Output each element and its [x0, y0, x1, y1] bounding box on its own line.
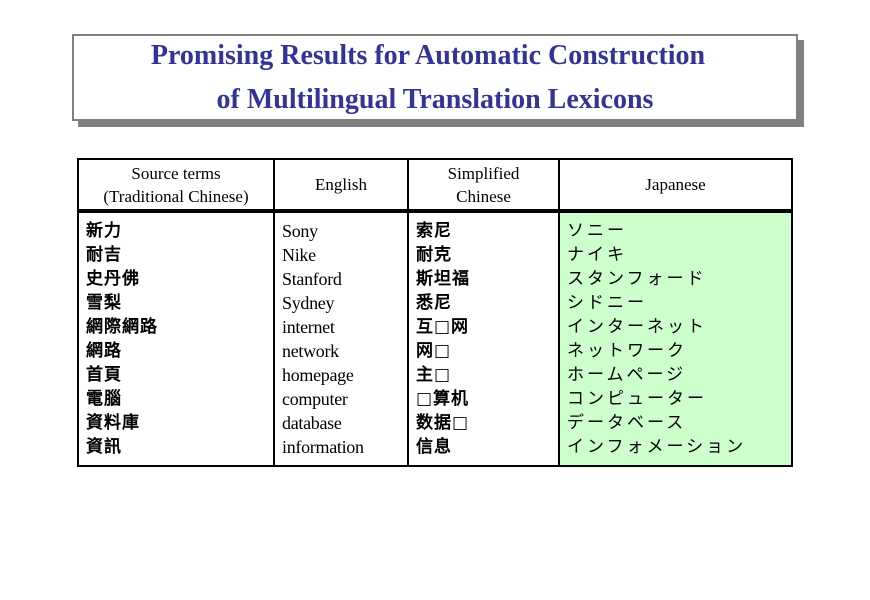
- japanese-term: ナイキ: [567, 245, 627, 265]
- header-source-line2: (Traditional Chinese): [103, 186, 249, 206]
- traditional-term: 首頁: [86, 365, 122, 385]
- simplified-term: 耐克: [416, 245, 452, 265]
- header-source-line1: Source terms: [131, 163, 221, 183]
- simplified-term: 互□网: [416, 317, 470, 337]
- japanese-term: ソニー: [567, 221, 627, 241]
- simplified-term: 信息: [416, 437, 452, 457]
- header-simplified-chinese: Simplified Chinese: [407, 159, 560, 213]
- japanese-column: ソニーナイキスタンフォード シドニーインターネット ネットワーク ホームページ コンピュ…: [558, 211, 793, 466]
- simplified-term: 网□: [416, 341, 452, 361]
- japanese-term: シドニー: [567, 293, 647, 313]
- english-term: homepage: [282, 365, 354, 385]
- japanese-term: インターネット: [567, 317, 707, 337]
- english-term: network: [282, 341, 339, 361]
- traditional-term: 新力: [86, 221, 122, 241]
- header-simplified-line1: Simplified: [447, 163, 520, 183]
- traditional-term: 網路: [86, 341, 122, 361]
- japanese-term: ネットワーク: [567, 341, 687, 361]
- header-english: English: [273, 159, 409, 213]
- english-term: information: [282, 437, 364, 457]
- english-column: Sony Nike Stanford Sydney internet network hom…: [273, 211, 409, 466]
- simplified-term: 数据□: [416, 413, 470, 433]
- traditional-term: 史丹佛: [86, 269, 140, 289]
- title-line-2: of Multilingual Translation Lexicons: [216, 83, 654, 115]
- japanese-term: データベース: [567, 413, 687, 433]
- simplified-term: 悉尼: [416, 293, 452, 313]
- english-term-list: Sony Nike Stanford Sydney internet network hom…: [282, 219, 407, 459]
- traditional-term: 資訊: [86, 437, 122, 457]
- traditional-term: 網際網路: [86, 317, 158, 337]
- english-term: internet: [282, 317, 335, 337]
- japanese-term: インフォメーション: [567, 437, 747, 457]
- english-term: Sydney: [282, 293, 335, 313]
- english-term: Sony: [282, 221, 318, 241]
- header-simplified-line2: Chinese: [456, 186, 511, 206]
- table-body-row: 新力耐吉史丹佛雪梨網際網路網路首頁電腦資料庫資訊 Sony Nike Stanfor…: [77, 211, 793, 466]
- lexicon-table: Source terms (Traditional Chinese) Engli…: [77, 158, 793, 467]
- header-japanese: Japanese: [558, 159, 793, 213]
- japanese-term: ホームページ: [567, 365, 687, 385]
- english-term: database: [282, 413, 342, 433]
- traditional-term: 雪梨: [86, 293, 122, 313]
- english-term: Stanford: [282, 269, 342, 289]
- simplified-term-list: 索尼耐克斯坦福悉尼互□网网□ 主□ □算机数据□ 信息: [416, 219, 558, 459]
- simplified-term: 斯坦福: [416, 269, 470, 289]
- table-header-row: Source terms (Traditional Chinese) Engli…: [77, 159, 793, 213]
- traditional-term: 耐吉: [86, 245, 122, 265]
- title-box: Promising Results for Automatic Construc…: [72, 34, 798, 121]
- traditional-chinese-column: 新力耐吉史丹佛雪梨網際網路網路首頁電腦資料庫資訊: [77, 211, 275, 466]
- traditional-term-list: 新力耐吉史丹佛雪梨網際網路網路首頁電腦資料庫資訊: [86, 219, 273, 459]
- simplified-chinese-column: 索尼耐克斯坦福悉尼互□网网□ 主□ □算机数据□ 信息: [407, 211, 560, 466]
- japanese-term-list: ソニーナイキスタンフォード シドニーインターネット ネットワーク ホームページ コンピュ…: [567, 219, 791, 459]
- simplified-term: 索尼: [416, 221, 452, 241]
- header-source-terms: Source terms (Traditional Chinese): [77, 159, 275, 213]
- japanese-term: スタンフォード: [567, 269, 707, 289]
- title-line-1: Promising Results for Automatic Construc…: [150, 39, 706, 71]
- traditional-term: 電腦: [86, 389, 122, 409]
- japanese-term: コンピューター: [567, 389, 707, 409]
- simplified-term: □算机: [416, 389, 470, 409]
- simplified-term: 主□: [416, 365, 452, 385]
- header-japanese-label: Japanese: [645, 175, 706, 194]
- traditional-term: 資料庫: [86, 413, 140, 433]
- english-term: computer: [282, 389, 348, 409]
- english-term: Nike: [282, 245, 316, 265]
- header-english-label: English: [315, 175, 367, 194]
